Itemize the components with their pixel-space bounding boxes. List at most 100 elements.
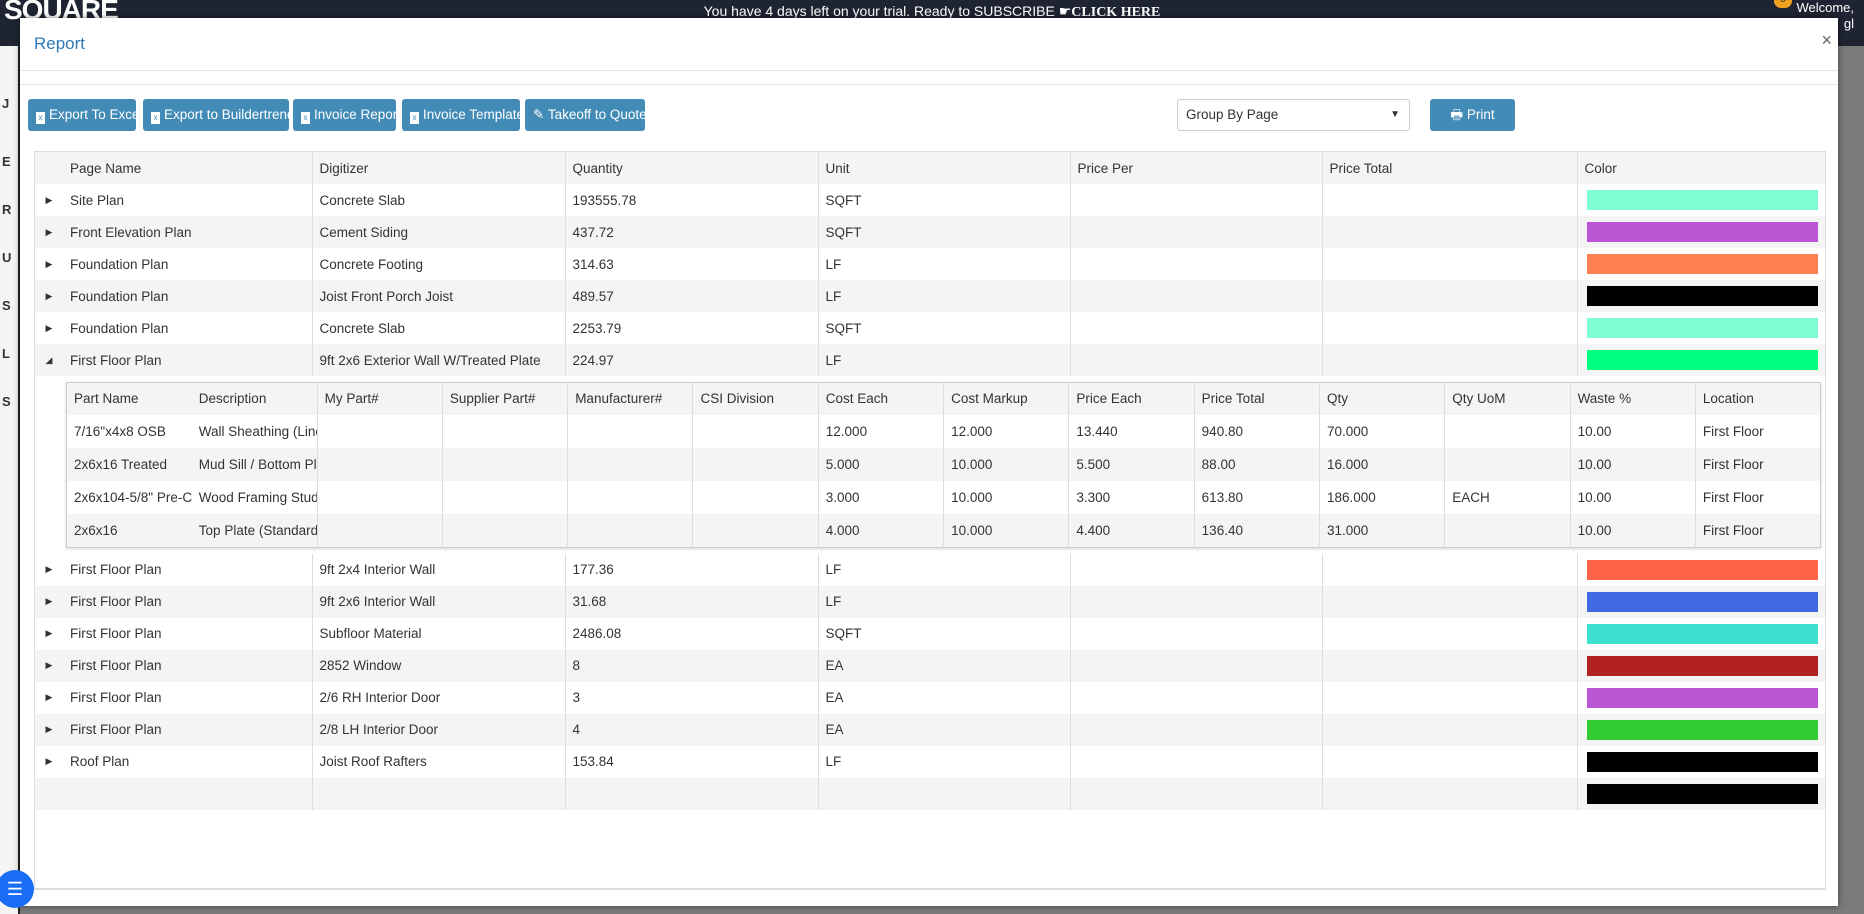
cell-unit: LF [817,344,1070,376]
column-header[interactable]: Digitizer [311,152,565,184]
cell-price-total [1321,216,1577,248]
expand-icon[interactable]: ▶ [35,618,63,650]
cell-page [63,777,312,810]
cell-price-total [1321,553,1577,586]
expand-icon[interactable]: ▶ [35,184,63,216]
cell-qty: 2253.79 [564,312,818,344]
invoice-report-button[interactable]: x Invoice Report [293,99,401,131]
close-icon[interactable]: × [1821,30,1832,51]
column-header[interactable]: Color [1576,152,1825,184]
table-row[interactable]: ▶ First Floor Plan 2/6 RH Interior Door 3 EA [35,681,1825,714]
parts-cell [1444,414,1571,448]
expand-icon[interactable]: ▶ [35,216,63,248]
export-excel-button[interactable]: x Export To Excel [28,99,143,131]
parts-column-header[interactable]: Price Total [1193,382,1320,415]
cell-color [1576,777,1825,810]
report-table[interactable]: Page Name Digitizer Quantity Unit Price Per P… [34,151,1826,890]
color-swatch [1586,719,1818,740]
invoice-template-button[interactable]: x Invoice Template [402,99,524,131]
expand-icon[interactable] [35,777,63,810]
table-row[interactable]: ▶ First Floor Plan 2852 Window 8 EA [35,649,1825,682]
cell-unit [817,777,1070,810]
parts-cell: 88.00 [1193,447,1320,481]
sidebar-item[interactable]: E [2,154,11,169]
collapse-icon[interactable]: ◢ [35,344,63,376]
parts-row[interactable]: 2x6x16 Top Plate (Standard) 4.000 10.000 4.4… [66,513,1821,547]
table-row[interactable]: ▶ Front Elevation Plan Cement Siding 437.72… [35,216,1825,248]
parts-column-header[interactable]: Manufacturer# [567,382,693,415]
parts-column-header[interactable]: Location [1694,382,1821,415]
parts-column-header[interactable]: Waste % [1569,382,1696,415]
expand-icon[interactable]: ▶ [35,682,63,714]
table-row[interactable]: ▶ First Floor Plan 9ft 2x6 Interior Wall 31… [35,585,1825,618]
parts-row[interactable]: 2x6x104-5/8" Pre-Cut StudWood Framing St… [66,480,1821,514]
parts-cell: 10.00 [1569,480,1696,514]
parts-column-header[interactable]: Cost Each [817,382,944,415]
expand-icon[interactable]: ▶ [35,713,63,746]
cell-digitizer: 9ft 2x6 Interior Wall [311,585,565,618]
parts-header-row: Part Name Description My Part# Supplier Par… [66,382,1821,415]
takeoff-to-quote-button[interactable]: ✎ Takeoff to Quote [525,99,647,131]
sidebar-item[interactable]: S [2,298,11,313]
parts-cell: 13.440 [1068,414,1195,448]
table-row[interactable]: ▶ Foundation Plan Concrete Footing 314.63 LF [35,248,1825,280]
cell-qty: 3 [564,681,818,714]
expand-icon[interactable]: ▶ [35,585,63,618]
cell-digitizer: Subfloor Material [311,617,565,650]
parts-column-header[interactable]: Qty UoM [1444,382,1571,415]
table-row[interactable]: ▶ First Floor Plan Subfloor Material 2486.0… [35,617,1825,650]
parts-cell [441,414,568,448]
sidebar-item[interactable]: L [2,346,10,361]
parts-column-header[interactable]: Description [191,382,318,415]
parts-cell: 2x6x16 [66,513,192,547]
expand-icon[interactable]: ▶ [35,554,63,586]
parts-cell [316,414,443,448]
parts-column-header[interactable]: Price Each [1068,382,1195,415]
parts-row[interactable]: 2x6x16 TreatedMud Sill / Bottom Plate (T… [66,447,1821,481]
parts-column-header[interactable]: Part Name [66,382,192,415]
column-header[interactable]: Unit [817,152,1070,184]
cell-price-per [1069,312,1322,344]
expand-icon[interactable]: ▶ [35,280,63,312]
table-row[interactable]: ▶ Foundation Plan Joist Front Porch Joist 4… [35,280,1825,312]
table-row[interactable]: ▶ Roof Plan Joist Roof Rafters 153.84 LF [35,745,1825,778]
sidebar-item[interactable]: S [2,394,11,409]
expand-column-header [35,152,63,184]
cell-unit: LF [817,553,1070,586]
parts-column-header[interactable]: CSI Division [692,382,819,415]
cell-price-per [1069,617,1322,650]
column-header[interactable]: Quantity [564,152,818,184]
table-row[interactable]: ◢ First Floor Plan 9ft 2x6 Exterior Wall W… [35,344,1825,376]
cell-price-per [1069,184,1322,216]
table-row[interactable]: ▶ Site Plan Concrete Slab 193555.78 SQFT [35,184,1825,216]
sidebar-item[interactable]: R [2,202,11,217]
expand-icon[interactable]: ▶ [35,312,63,344]
sidebar-item[interactable]: U [2,250,11,265]
table-row[interactable] [35,777,1825,810]
expand-icon[interactable]: ▶ [35,649,63,682]
column-header[interactable]: Price Per [1069,152,1322,184]
cell-unit: SQFT [817,312,1070,344]
expand-icon[interactable]: ▶ [35,746,63,778]
print-button[interactable]: 🖶 Print [1430,99,1515,131]
cell-price-per [1069,713,1322,746]
parts-cell: 12.000 [817,414,944,448]
column-header[interactable]: Page Name [63,152,312,184]
parts-column-header[interactable]: Cost Markup [943,382,1069,415]
group-by-select[interactable]: Group By Page ▼ [1177,99,1410,131]
parts-row[interactable]: 7/16"x4x8 OSBWall Sheathing (Linear) 12.0… [66,414,1821,448]
table-row[interactable]: ▶ Foundation Plan Concrete Slab 2253.79 SQFT [35,312,1825,344]
cell-page: First Floor Plan [63,649,312,682]
excel-file-icon: x [36,112,45,124]
sidebar-item[interactable]: J [2,96,9,111]
column-header[interactable]: Price Total [1321,152,1577,184]
user-name[interactable]: gl [1844,16,1854,31]
parts-column-header[interactable]: Supplier Part# [441,382,568,415]
expand-icon[interactable]: ▶ [35,248,63,280]
parts-column-header[interactable]: My Part# [316,382,443,415]
parts-column-header[interactable]: Qty [1318,382,1445,415]
table-row[interactable]: ▶ First Floor Plan 9ft 2x4 Interior Wall 17… [35,553,1825,586]
export-buildertrend-button[interactable]: x Export to Buildertrend [143,99,295,131]
table-row[interactable]: ▶ First Floor Plan 2/8 LH Interior Door 4 EA [35,713,1825,746]
cell-page: First Floor Plan [63,344,312,376]
